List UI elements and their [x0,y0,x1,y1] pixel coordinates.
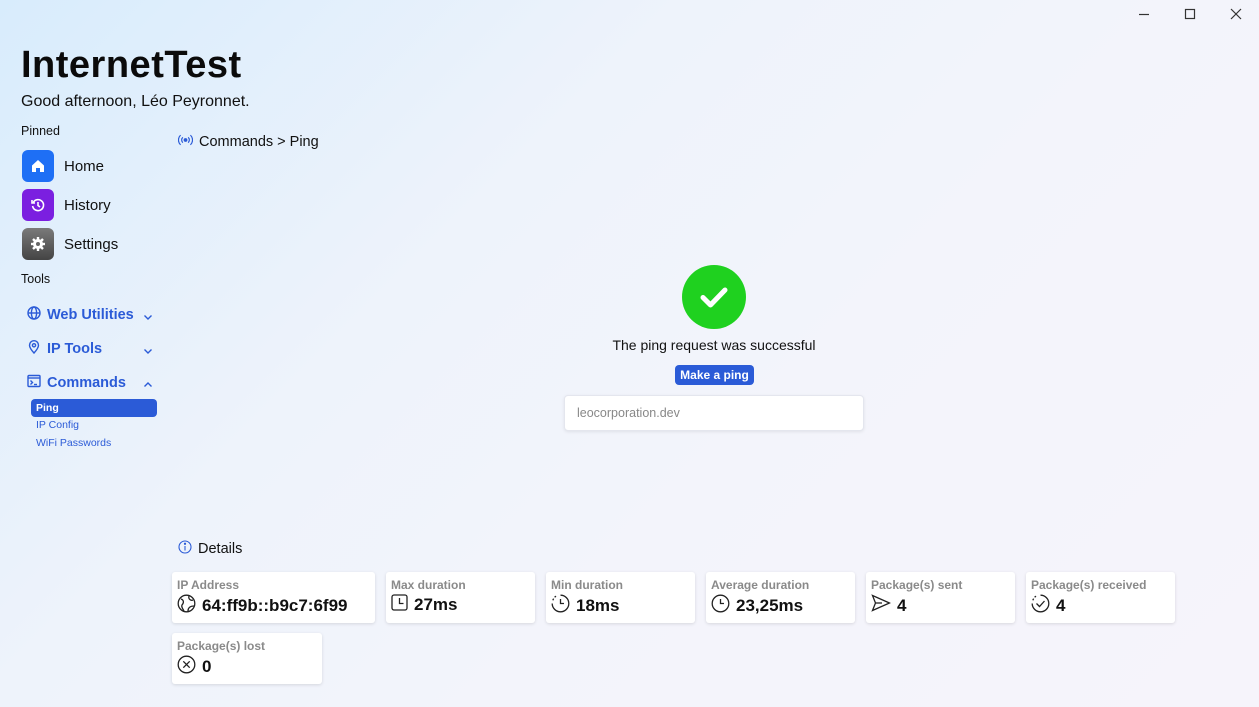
chevron-up-icon [143,377,153,395]
detail-card-max-duration: Max duration 27ms [386,572,535,623]
card-label: Package(s) lost [177,639,266,653]
sidebar-item-history[interactable]: History [22,189,111,221]
clock-icon [711,594,730,618]
card-value: 23,25ms [736,596,804,615]
minimize-icon[interactable] [1121,0,1167,28]
x-circle-icon [177,655,196,679]
card-label: Package(s) sent [871,578,963,592]
clock-dashed-icon [551,594,570,618]
tool-group-commands[interactable]: Commands [27,373,153,393]
sidebar-item-label: Home [64,157,105,175]
sidebar-item-home[interactable]: Home [22,150,104,182]
make-ping-button[interactable]: Make a ping [675,365,754,385]
send-icon [871,594,892,617]
sidebar-item-label: History [64,196,111,214]
details-heading: Details [178,540,242,558]
card-label: Max duration [391,578,466,592]
card-label: Min duration [551,578,623,592]
detail-card-ip-address: IP Address 64:ff9b::b9c7:6f99 [172,572,375,623]
card-value: 18ms [576,596,620,615]
home-icon [22,150,54,182]
command-window-icon [27,374,41,393]
tool-group-web-utilities[interactable]: Web Utilities [27,305,153,325]
tool-group-label: Web Utilities [47,307,134,323]
detail-card-packages-received: Package(s) received 4 [1026,572,1175,623]
sidebar-item-wifi-passwords[interactable]: WiFi Passwords [36,437,111,449]
host-input[interactable] [564,395,864,431]
chevron-down-icon [143,309,153,327]
card-label: Package(s) received [1031,578,1147,592]
pinned-section-label: Pinned [21,124,60,138]
checkmark-circle-icon [682,265,746,329]
card-value: 0 [202,657,212,676]
history-icon [22,189,54,221]
received-check-icon [1031,594,1050,618]
broadcast-icon [177,134,194,150]
close-icon[interactable] [1213,0,1259,28]
sidebar-item-settings[interactable]: Settings [22,228,118,260]
clock-square-icon [391,594,408,616]
tool-group-label: Commands [47,375,126,391]
gear-icon [22,228,54,260]
info-icon [178,540,192,558]
card-value: 4 [897,595,907,615]
card-label: IP Address [177,578,240,592]
globe-icon [27,305,41,325]
window-controls [1121,0,1259,28]
sidebar-item-ping[interactable]: Ping [31,399,157,417]
sidebar-item-label: Settings [64,235,119,253]
card-label: Average duration [711,578,810,592]
globe-network-icon [177,594,196,618]
details-heading-text: Details [198,541,243,557]
status-message: The ping request was successful [612,337,816,353]
maximize-icon[interactable] [1167,0,1213,28]
sidebar-item-ip-config[interactable]: IP Config [36,419,79,431]
breadcrumb-text: Commands > Ping [199,134,319,150]
card-value: 4 [1056,596,1066,615]
card-value: 27ms [414,595,458,614]
card-value: 64:ff9b::b9c7:6f99 [202,596,348,615]
detail-card-packages-sent: Package(s) sent 4 [866,572,1015,623]
greeting: Good afternoon, Léo Peyronnet. [21,93,250,110]
breadcrumb: Commands > Ping [177,134,319,150]
detail-card-min-duration: Min duration 18ms [546,572,695,623]
tools-section-label: Tools [21,272,51,286]
detail-card-packages-lost: Package(s) lost 0 [172,633,322,684]
detail-card-average-duration: Average duration 23,25ms [706,572,855,623]
app-title: InternetTest [21,44,242,86]
